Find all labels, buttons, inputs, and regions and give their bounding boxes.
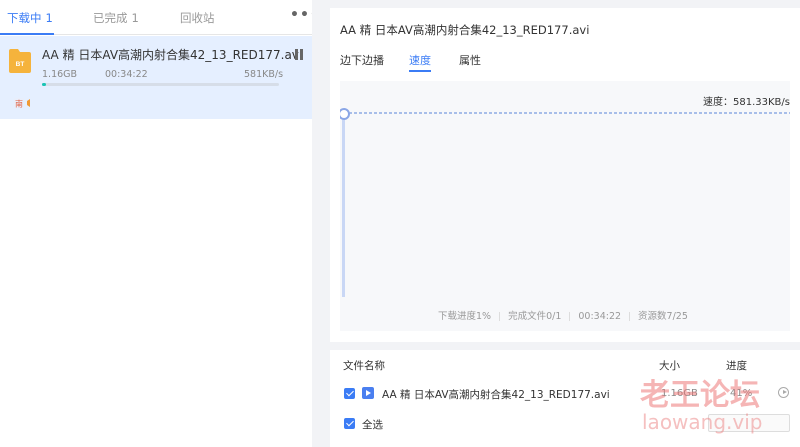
speed-readout: 速度：581.33KB/s bbox=[703, 97, 790, 108]
task-progress-fill bbox=[42, 83, 46, 86]
task-speed: 581KB/s bbox=[244, 69, 284, 80]
file-row-name: AA 精 日本AV高潮内射合集42_13_RED177.avi bbox=[382, 389, 610, 401]
list-tabs: 下载中 1 已完成 1 回收站 ••• bbox=[0, 0, 319, 35]
bt-file-icon: BT bbox=[9, 49, 31, 73]
detail-title: AA 精 日本AV高潮内射合集42_13_RED177.avi bbox=[340, 23, 590, 37]
play-file-icon[interactable] bbox=[778, 387, 789, 398]
download-task-row[interactable]: BT AA 精 日本AV高潮内射合集42_13_RED177.avi 1.16G… bbox=[0, 36, 312, 119]
tab-recycle-bin[interactable]: 回收站 bbox=[180, 10, 215, 26]
speed-chart-svg bbox=[340, 108, 790, 297]
speed-chart: 速度：581.33KB/s 下载进度1% 完成文件0/1 00:34:22 资源数7/… bbox=[340, 81, 790, 331]
stat-progress: 下载进度1% bbox=[438, 311, 492, 322]
watermark-en: laowang.vip bbox=[642, 410, 763, 434]
tab-speed[interactable]: 速度 bbox=[409, 52, 431, 68]
download-stats: 下载进度1% 完成文件0/1 00:34:22 资源数7/25 bbox=[438, 308, 688, 322]
tab-downloading[interactable]: 下载中 1 bbox=[7, 10, 53, 26]
speed-bar bbox=[342, 114, 345, 297]
stat-sources: 资源数7/25 bbox=[638, 311, 688, 322]
task-progress-bar bbox=[42, 83, 279, 86]
pause-icon[interactable] bbox=[294, 49, 304, 60]
video-file-icon bbox=[362, 387, 374, 399]
tab-stream-play[interactable]: 边下边播 bbox=[340, 52, 384, 68]
speed-point-marker bbox=[340, 108, 350, 120]
task-time-remaining: 00:34:22 bbox=[105, 69, 148, 80]
stat-time: 00:34:22 bbox=[578, 311, 622, 322]
pane-divider[interactable] bbox=[312, 0, 320, 447]
stat-files: 完成文件0/1 bbox=[508, 311, 562, 322]
col-header-name: 文件名称 bbox=[343, 360, 385, 372]
download-list-pane: 下载中 1 已完成 1 回收站 ••• BT AA 精 日本AV高潮内射合集42_1… bbox=[0, 0, 319, 447]
task-file-name: AA 精 日本AV高潮内射合集42_13_RED177.avi bbox=[42, 48, 303, 62]
detail-card: AA 精 日本AV高潮内射合集42_13_RED177.avi 边下边播 速度 … bbox=[330, 8, 800, 342]
tab-completed-count: 1 bbox=[131, 11, 139, 25]
tab-completed-label: 已完成 bbox=[93, 11, 128, 25]
tab-properties[interactable]: 属性 bbox=[459, 52, 481, 68]
active-tab-indicator bbox=[0, 33, 54, 35]
select-all-label[interactable]: 全选 bbox=[362, 417, 383, 432]
tab-downloading-label: 下载中 bbox=[7, 11, 42, 25]
file-row-checkbox[interactable] bbox=[344, 388, 355, 399]
tab-completed[interactable]: 已完成 1 bbox=[93, 10, 139, 26]
svg-text:南: 南 bbox=[15, 99, 23, 109]
speaker-icon[interactable]: 南 bbox=[14, 96, 36, 110]
tab-recycle-bin-label: 回收站 bbox=[180, 11, 215, 25]
watermark-cn: 老王论坛 bbox=[640, 378, 760, 413]
task-size: 1.16GB bbox=[42, 69, 78, 80]
detail-tab-indicator bbox=[409, 70, 431, 72]
svg-text:BT: BT bbox=[16, 61, 25, 68]
tab-downloading-count: 1 bbox=[45, 11, 53, 25]
select-all-checkbox[interactable] bbox=[344, 418, 355, 429]
